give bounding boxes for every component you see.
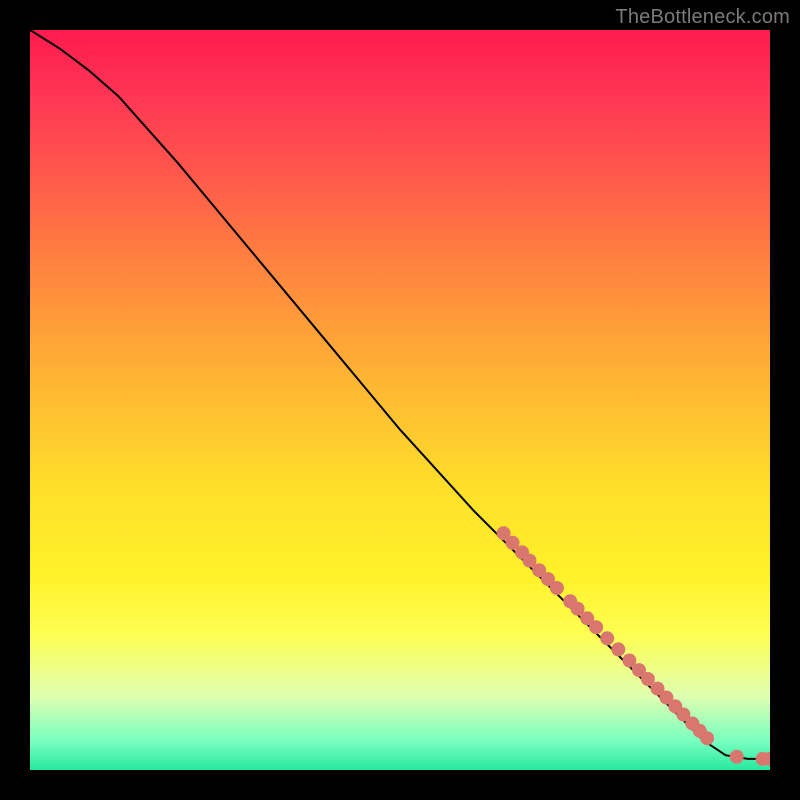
data-point [550,581,564,595]
chart-stage: TheBottleneck.com [0,0,800,800]
chart-overlay [30,30,770,770]
data-point [589,620,603,634]
plot-area [30,30,770,770]
scatter-points [497,526,770,766]
data-point [611,642,625,656]
bottleneck-curve [30,30,770,759]
data-point [730,750,744,764]
attribution-text: TheBottleneck.com [615,6,790,29]
data-point [600,631,614,645]
data-point [700,731,714,745]
